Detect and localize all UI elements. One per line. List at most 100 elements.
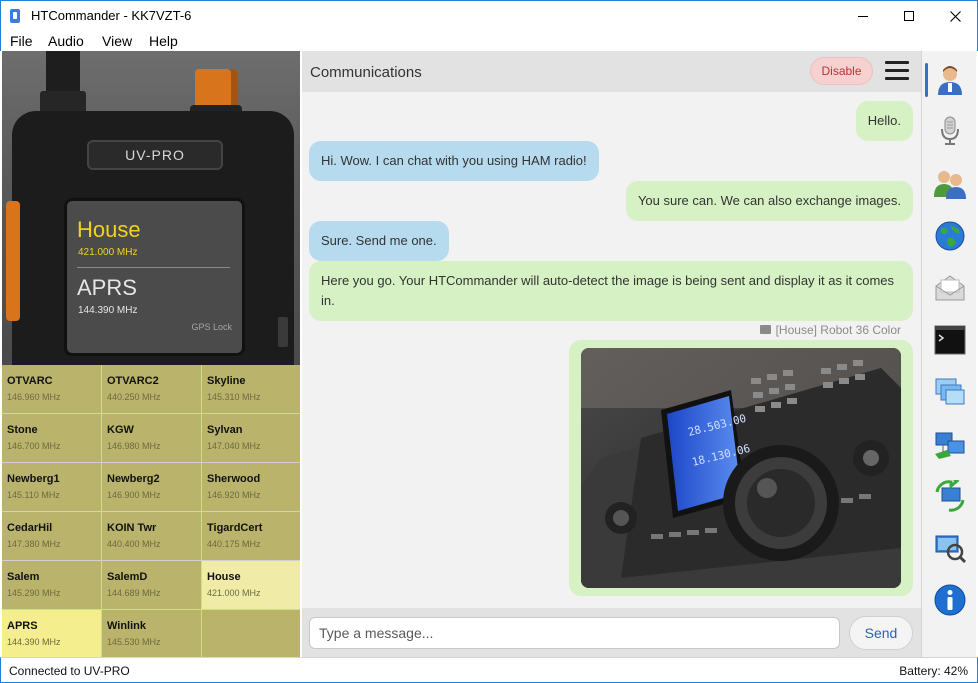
network-icon[interactable] bbox=[933, 427, 967, 461]
microphone-icon[interactable] bbox=[933, 114, 967, 148]
channel-button[interactable]: SalemD 144.689 MHz bbox=[102, 561, 201, 609]
radio-side-button bbox=[278, 317, 288, 347]
maximize-button[interactable] bbox=[886, 1, 932, 31]
channel-name: Sherwood bbox=[207, 473, 261, 485]
channel-freq: 145.530 MHz bbox=[107, 637, 161, 647]
status-bar: Connected to UV-PRO Battery: 42% bbox=[0, 657, 978, 683]
channel-name: Skyline bbox=[207, 375, 246, 387]
menu-bar: File Audio View Help bbox=[0, 31, 978, 51]
menu-icon[interactable] bbox=[885, 61, 909, 81]
image-bubble[interactable]: 28.503.00 18.130.06 bbox=[569, 340, 913, 596]
channel-freq: 421.000 MHz bbox=[207, 588, 261, 598]
channel-button[interactable]: TigardCert 440.175 MHz bbox=[202, 512, 300, 560]
battery-status: Battery: 42% bbox=[899, 664, 968, 678]
menu-audio[interactable]: Audio bbox=[48, 33, 84, 49]
radio-photo: 28.503.00 18.130.06 bbox=[581, 348, 901, 588]
picture-icon bbox=[759, 325, 771, 334]
comm-title: Communications bbox=[310, 64, 422, 81]
globe-icon[interactable] bbox=[933, 219, 967, 253]
search-icon[interactable] bbox=[933, 531, 967, 565]
channel-button[interactable]: OTVARC2 440.250 MHz bbox=[102, 365, 201, 413]
channel-grid: OTVARC 146.960 MHz OTVARC2 440.250 MHz Sky… bbox=[2, 365, 300, 658]
disable-button[interactable]: Disable bbox=[810, 57, 873, 85]
info-icon[interactable] bbox=[933, 583, 967, 617]
channel-name: OTVARC2 bbox=[107, 375, 159, 387]
channel-button[interactable]: Sylvan 147.040 MHz bbox=[202, 414, 300, 462]
send-button[interactable]: Send bbox=[849, 616, 913, 650]
connection-status: Connected to UV-PRO bbox=[9, 664, 130, 678]
channel-button[interactable]: Stone 146.700 MHz bbox=[2, 414, 101, 462]
menu-file[interactable]: File bbox=[10, 33, 33, 49]
channel-name: KGW bbox=[107, 424, 134, 436]
channel-button[interactable]: Salem 145.290 MHz bbox=[2, 561, 101, 609]
image-caption-text: [House] Robot 36 Color bbox=[775, 323, 901, 337]
terminal-icon[interactable] bbox=[933, 323, 967, 357]
channel-button[interactable]: Newberg2 146.900 MHz bbox=[102, 463, 201, 511]
channel-button-empty[interactable] bbox=[202, 610, 300, 658]
channel-name: Newberg2 bbox=[107, 473, 160, 485]
channel-name: CedarHil bbox=[7, 522, 53, 534]
radio-panel: UV-PRO House 421.000 MHz APRS 144.390 MH… bbox=[2, 51, 300, 658]
vfo-b-name: APRS bbox=[77, 275, 137, 300]
contact-icon[interactable] bbox=[925, 63, 967, 97]
image-caption: [House] Robot 36 Color bbox=[759, 323, 901, 337]
channel-button[interactable]: Sherwood 146.920 MHz bbox=[202, 463, 300, 511]
channel-freq: 144.689 MHz bbox=[107, 588, 161, 598]
channel-name: Winlink bbox=[107, 620, 147, 632]
mail-icon[interactable] bbox=[933, 271, 967, 305]
channel-name: SalemD bbox=[107, 571, 148, 583]
comm-header: Communications Disable bbox=[302, 51, 921, 92]
channel-name: Sylvan bbox=[207, 424, 243, 436]
radio-model: UV-PRO bbox=[87, 140, 223, 170]
channel-name: OTVARC bbox=[7, 375, 53, 387]
received-image: 28.503.00 18.130.06 bbox=[581, 348, 901, 588]
channel-button[interactable]: OTVARC 146.960 MHz bbox=[2, 365, 101, 413]
channel-button[interactable]: Newberg1 145.110 MHz bbox=[2, 463, 101, 511]
channel-name: APRS bbox=[7, 620, 38, 632]
windows-icon[interactable] bbox=[933, 375, 967, 409]
channel-name: TigardCert bbox=[207, 522, 263, 534]
channel-button[interactable]: KGW 146.980 MHz bbox=[102, 414, 201, 462]
channel-button-active-b[interactable]: APRS 144.390 MHz bbox=[2, 610, 101, 658]
chat-area[interactable]: Hello. Hi. Wow. I can chat with you usin… bbox=[302, 92, 921, 608]
message-bubble-out: You sure can. We can also exchange image… bbox=[625, 181, 913, 221]
channel-button[interactable]: KOIN Twr 440.400 MHz bbox=[102, 512, 201, 560]
vfo-a-freq: 421.000 MHz bbox=[78, 247, 138, 258]
channel-button[interactable]: Winlink 145.530 MHz bbox=[102, 610, 201, 658]
message-bubble-out: Hello. bbox=[855, 101, 913, 141]
channel-button[interactable]: Skyline 145.310 MHz bbox=[202, 365, 300, 413]
minimize-button[interactable] bbox=[840, 1, 886, 31]
radio-ptt bbox=[6, 201, 20, 321]
channel-freq: 440.250 MHz bbox=[107, 392, 161, 402]
channel-freq: 145.110 MHz bbox=[7, 490, 60, 500]
app-icon bbox=[10, 9, 20, 23]
menu-help[interactable]: Help bbox=[149, 33, 178, 49]
users-icon[interactable] bbox=[933, 167, 967, 201]
title-bar: HTCommander - KK7VZT-6 bbox=[0, 0, 978, 31]
vfo-b-freq: 144.390 MHz bbox=[78, 305, 138, 316]
channel-freq: 440.175 MHz bbox=[207, 539, 261, 549]
channel-button-active-a[interactable]: House 421.000 MHz bbox=[202, 561, 300, 609]
sync-icon[interactable] bbox=[933, 479, 967, 513]
channel-freq: 145.310 MHz bbox=[207, 392, 261, 402]
gps-status: GPS Lock bbox=[191, 322, 232, 332]
channel-freq: 146.900 MHz bbox=[107, 490, 161, 500]
channel-name: Newberg1 bbox=[7, 473, 60, 485]
channel-freq: 146.920 MHz bbox=[207, 490, 261, 500]
channel-freq: 144.390 MHz bbox=[7, 637, 61, 647]
message-input[interactable] bbox=[309, 617, 840, 649]
vfo-a-name: House bbox=[77, 217, 141, 242]
menu-view[interactable]: View bbox=[102, 33, 132, 49]
window-title: HTCommander - KK7VZT-6 bbox=[31, 8, 192, 23]
radio-screen: House 421.000 MHz APRS 144.390 MHz GPS L… bbox=[64, 198, 245, 356]
channel-freq: 146.700 MHz bbox=[7, 441, 61, 451]
message-bubble-in: Hi. Wow. I can chat with you using HAM r… bbox=[309, 141, 599, 181]
channel-freq: 147.380 MHz bbox=[7, 539, 61, 549]
channel-name: KOIN Twr bbox=[107, 522, 157, 534]
screen-divider bbox=[77, 267, 230, 268]
close-icon bbox=[949, 10, 961, 22]
maximize-icon bbox=[904, 11, 914, 21]
channel-button[interactable]: CedarHil 147.380 MHz bbox=[2, 512, 101, 560]
message-bubble-in: Sure. Send me one. bbox=[309, 221, 449, 261]
close-button[interactable] bbox=[932, 1, 978, 31]
